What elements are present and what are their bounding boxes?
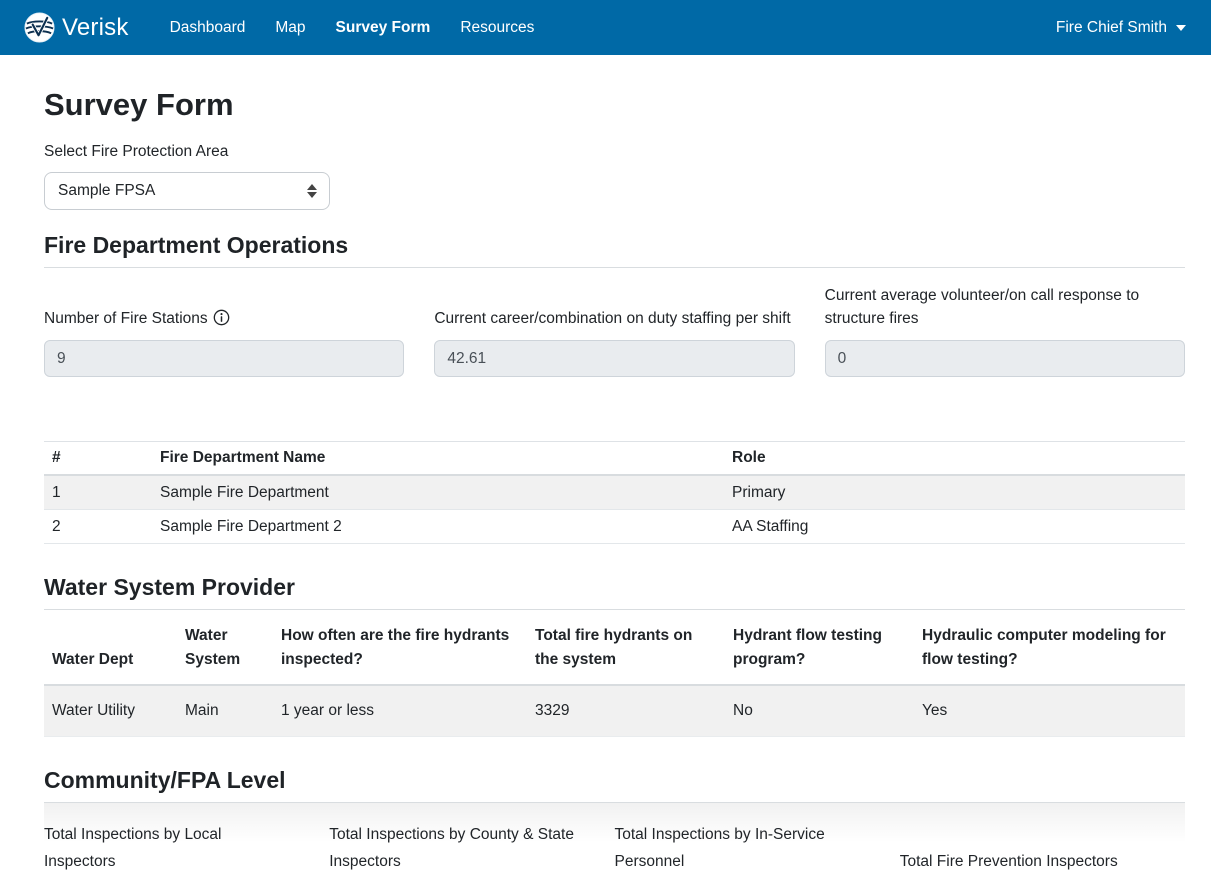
nav-menu: Dashboard Map Survey Form Resources (155, 11, 550, 45)
cell-water-dept: Water Utility (44, 685, 177, 737)
column-header-hydraulic-modeling: Hydraulic computer modeling for flow tes… (914, 610, 1185, 685)
table-row: Water Utility Main 1 year or less 3329 N… (44, 685, 1185, 737)
column-header-name: Fire Department Name (152, 442, 724, 476)
table-row: 2 Sample Fire Department 2 AA Staffing (44, 510, 1185, 544)
field-label: Number of Fire Stations (44, 307, 404, 330)
field-label: Total Inspections by Local Inspectors (44, 821, 294, 875)
volunteer-response-input[interactable] (825, 340, 1185, 377)
column-header-water-dept: Water Dept (44, 610, 177, 685)
nav-item-map[interactable]: Map (260, 11, 320, 45)
number-of-fire-stations-input[interactable] (44, 340, 404, 377)
field-fire-prevention-inspectors: Total Fire Prevention Inspectors (900, 848, 1185, 875)
fire-departments-table: # Fire Department Name Role 1 Sample Fir… (44, 441, 1185, 544)
fire-departments-table-header: # Fire Department Name Role (44, 442, 1185, 476)
nav-item-resources[interactable]: Resources (445, 11, 549, 45)
brand-name: Verisk (62, 14, 129, 42)
fdo-fields-row: Number of Fire Stations Current career/c… (44, 284, 1185, 377)
community-fields-section: Total Inspections by Local Inspectors To… (44, 803, 1185, 875)
cell-role: Primary (724, 475, 1185, 510)
verisk-brand[interactable]: Verisk (24, 12, 129, 43)
column-header-role: Role (724, 442, 1185, 476)
field-in-service-inspections: Total Inspections by In-Service Personne… (615, 821, 900, 875)
field-label-text: Number of Fire Stations (44, 310, 208, 327)
info-icon[interactable] (213, 309, 230, 326)
fire-department-operations-heading: Fire Department Operations (44, 232, 1185, 259)
nav-item-dashboard[interactable]: Dashboard (155, 11, 261, 45)
community-fields-row: Total Inspections by Local Inspectors To… (44, 821, 1185, 875)
field-county-state-inspections: Total Inspections by County & State Insp… (329, 821, 614, 875)
page-title: Survey Form (44, 87, 1185, 123)
field-number-of-fire-stations: Number of Fire Stations (44, 284, 404, 377)
column-header-hydrant-inspection: How often are the fire hydrants inspecte… (273, 610, 527, 685)
cell-total-hydrants: 3329 (527, 685, 725, 737)
column-header-water-system: Water System (177, 610, 273, 685)
select-arrows-icon (307, 184, 317, 198)
nav-item-survey-form[interactable]: Survey Form (321, 11, 446, 45)
cell-number: 1 (44, 475, 152, 510)
cell-flow-testing: No (725, 685, 914, 737)
field-volunteer-response: Current average volunteer/on call respon… (825, 284, 1185, 377)
fpa-select-value: Sample FPSA (58, 182, 155, 200)
water-system-table: Water Dept Water System How often are th… (44, 610, 1185, 737)
main-content: Survey Form Select Fire Protection Area … (0, 87, 1211, 875)
field-local-inspections: Total Inspections by Local Inspectors (44, 821, 329, 875)
water-system-table-header: Water Dept Water System How often are th… (44, 610, 1185, 685)
field-label: Total Inspections by County & State Insp… (329, 821, 601, 875)
field-label: Total Fire Prevention Inspectors (900, 848, 1185, 875)
section-divider (44, 267, 1185, 268)
cell-name: Sample Fire Department (152, 475, 724, 510)
field-label: Current average volunteer/on call respon… (825, 284, 1185, 330)
user-menu[interactable]: Fire Chief Smith (1056, 19, 1186, 37)
cell-name: Sample Fire Department 2 (152, 510, 724, 544)
cell-water-system: Main (177, 685, 273, 737)
cell-role: AA Staffing (724, 510, 1185, 544)
verisk-logo-icon (24, 12, 55, 43)
cell-number: 2 (44, 510, 152, 544)
table-row: 1 Sample Fire Department Primary (44, 475, 1185, 510)
field-career-staffing: Current career/combination on duty staff… (434, 284, 794, 377)
career-staffing-input[interactable] (434, 340, 794, 377)
water-system-provider-heading: Water System Provider (44, 574, 1185, 601)
cell-hydrant-inspection: 1 year or less (273, 685, 527, 737)
community-fpa-level-heading: Community/FPA Level (44, 767, 1185, 794)
top-navbar: Verisk Dashboard Map Survey Form Resourc… (0, 0, 1211, 55)
fpa-select[interactable]: Sample FPSA (44, 172, 330, 210)
cell-hydraulic-modeling: Yes (914, 685, 1185, 737)
field-label: Total Inspections by In-Service Personne… (615, 821, 867, 875)
user-menu-label: Fire Chief Smith (1056, 19, 1167, 37)
column-header-total-hydrants: Total fire hydrants on the system (527, 610, 725, 685)
fpa-select-label: Select Fire Protection Area (44, 141, 1185, 162)
column-header-flow-testing: Hydrant flow testing program? (725, 610, 914, 685)
chevron-down-icon (1176, 25, 1186, 31)
column-header-number: # (44, 442, 152, 476)
field-label: Current career/combination on duty staff… (434, 307, 794, 330)
